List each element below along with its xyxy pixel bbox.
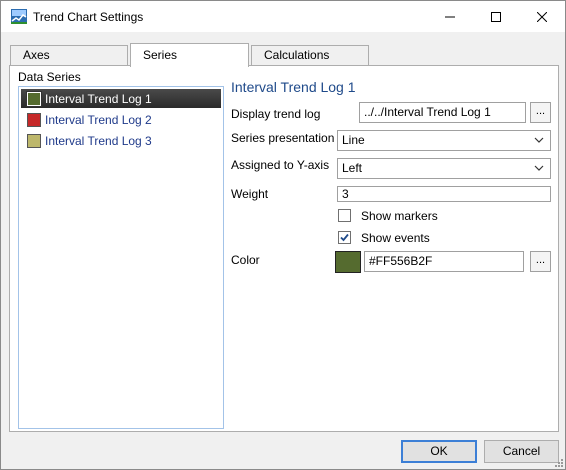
series-color-swatch: [27, 133, 41, 148]
data-series-list[interactable]: Interval Trend Log 1 Interval Trend Log …: [18, 86, 224, 429]
assigned-axis-select[interactable]: Left: [337, 158, 551, 179]
cancel-button[interactable]: Cancel: [484, 440, 559, 463]
series-presentation-value: Line: [342, 133, 365, 147]
list-item-label: Interval Trend Log 3: [45, 133, 152, 148]
weight-field[interactable]: 3: [337, 186, 551, 202]
assigned-axis-label: Assigned to Y-axis: [231, 158, 330, 172]
maximize-button[interactable]: [473, 1, 519, 32]
display-trend-log-field[interactable]: ../../Interval Trend Log 1: [359, 102, 526, 123]
color-picker-button[interactable]: ...: [530, 251, 551, 272]
color-preview-swatch[interactable]: [335, 251, 361, 273]
title-bar: Trend Chart Settings: [1, 1, 565, 32]
show-markers-label: Show markers: [361, 209, 438, 223]
tab-axes-label: Axes: [23, 48, 50, 62]
chevron-down-icon: [534, 165, 544, 171]
show-events-label: Show events: [361, 231, 430, 245]
resize-grip-icon[interactable]: [553, 457, 563, 467]
tab-calculations-label: Calculations: [264, 48, 330, 62]
ok-button[interactable]: OK: [401, 440, 477, 463]
browse-trend-log-button[interactable]: ...: [530, 102, 551, 123]
color-hex-field[interactable]: #FF556B2F: [364, 251, 524, 272]
series-presentation-label: Series presentation: [231, 131, 335, 145]
chevron-down-icon: [534, 137, 544, 143]
close-icon: [537, 11, 547, 22]
data-series-label: Data Series: [18, 70, 81, 84]
minimize-icon: [445, 16, 455, 17]
tab-series[interactable]: Series: [130, 43, 249, 67]
checkmark-icon: [340, 233, 349, 242]
show-events-checkbox[interactable]: [338, 231, 351, 244]
list-item-label: Interval Trend Log 2: [45, 112, 152, 127]
close-button[interactable]: [519, 1, 565, 32]
series-tab-panel: Data Series Interval Trend Log 1 Interva…: [9, 65, 559, 432]
tab-series-label: Series: [143, 48, 178, 62]
tab-calculations[interactable]: Calculations: [251, 45, 369, 65]
series-color-swatch: [26, 90, 42, 107]
series-presentation-select[interactable]: Line: [337, 130, 551, 151]
trend-chart-settings-window: Trend Chart Settings Axes Series Calcula…: [0, 0, 566, 470]
series-details-title: Interval Trend Log 1: [231, 79, 356, 95]
series-color-swatch: [27, 112, 41, 127]
list-item-label: Interval Trend Log 1: [45, 91, 152, 106]
weight-label: Weight: [231, 187, 269, 201]
window-title: Trend Chart Settings: [33, 10, 144, 24]
list-item[interactable]: Interval Trend Log 3: [21, 131, 221, 150]
maximize-icon: [491, 11, 501, 22]
display-trend-log-label: Display trend log: [231, 107, 321, 121]
list-item[interactable]: Interval Trend Log 2: [21, 110, 221, 129]
minimize-button[interactable]: [427, 1, 473, 32]
trend-chart-icon: [11, 9, 27, 24]
tab-axes[interactable]: Axes: [10, 45, 128, 65]
color-label: Color: [231, 253, 260, 267]
assigned-axis-value: Left: [342, 161, 363, 175]
show-markers-checkbox[interactable]: [338, 209, 351, 222]
list-item[interactable]: Interval Trend Log 1: [21, 89, 221, 108]
